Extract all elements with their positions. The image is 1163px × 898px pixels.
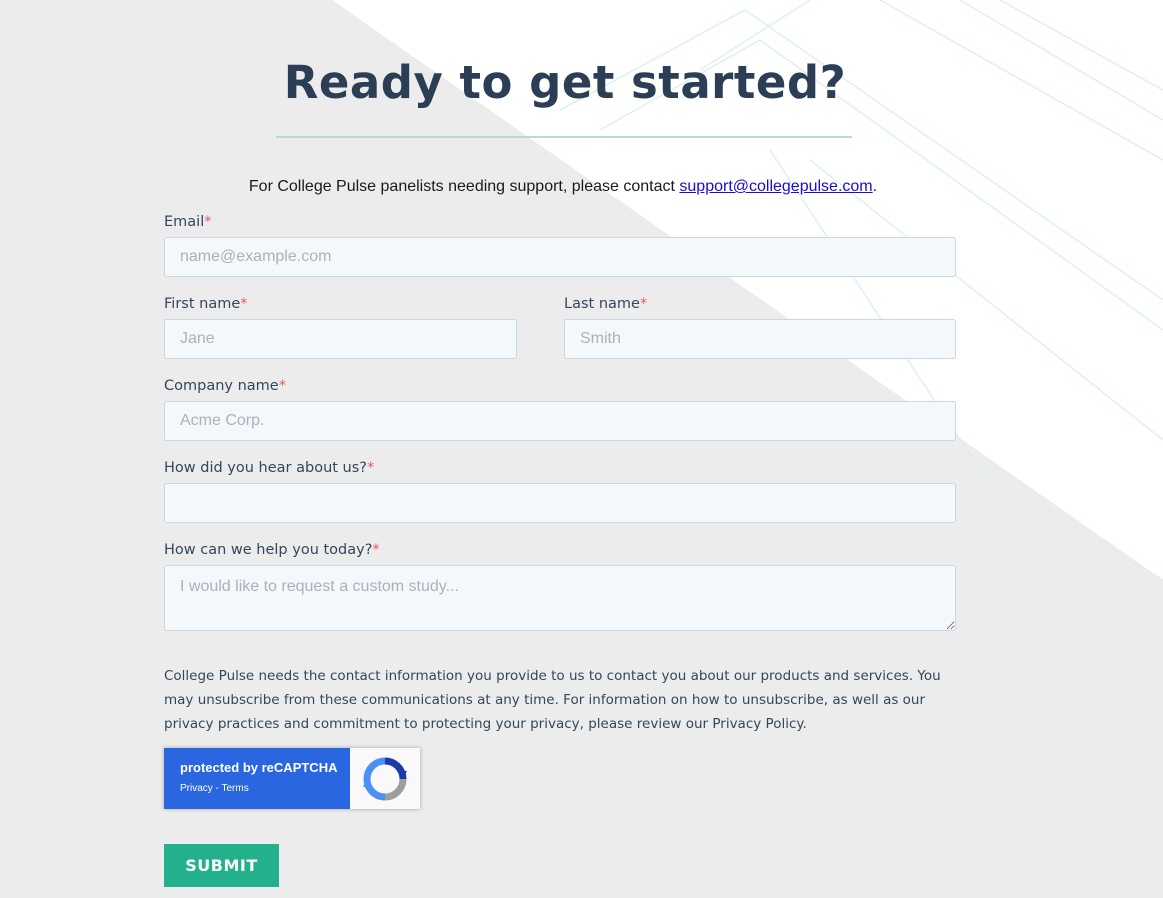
recaptcha-title: protected by reCAPTCHA: [180, 760, 338, 775]
recaptcha-links[interactable]: Privacy - Terms: [180, 783, 350, 794]
recaptcha-label-panel: protected by reCAPTCHA Privacy - Terms: [164, 748, 350, 809]
recaptcha-logo-icon: [363, 757, 407, 800]
email-label: Email*: [164, 214, 211, 230]
company-input[interactable]: [164, 401, 956, 441]
support-suffix: .: [872, 178, 878, 195]
headline-divider: [276, 136, 852, 138]
support-message: For College Pulse panelists needing supp…: [0, 178, 1126, 196]
help-today-label-text: How can we help you today?: [164, 542, 373, 558]
form-page: Ready to get started? For College Pulse …: [0, 0, 1163, 898]
required-marker: *: [639, 296, 648, 312]
hear-about-label-text: How did you hear about us?: [164, 460, 367, 476]
required-marker: *: [240, 296, 248, 312]
recaptcha-badge[interactable]: protected by reCAPTCHA Privacy - Terms: [164, 748, 420, 809]
company-label: Company name*: [164, 378, 286, 394]
required-marker: *: [278, 378, 286, 394]
submit-button[interactable]: SUBMIT: [164, 844, 279, 887]
first-name-label: First name*: [164, 296, 248, 312]
first-name-label-text: First name: [164, 296, 241, 312]
page-headline: Ready to get started?: [283, 56, 847, 109]
support-email-link[interactable]: support@collegepulse.com: [679, 178, 872, 195]
email-input[interactable]: [164, 237, 956, 277]
hear-about-label: How did you hear about us?*: [164, 460, 374, 476]
email-label-text: Email: [164, 214, 205, 230]
required-marker: *: [367, 460, 375, 476]
last-name-label: Last name*: [564, 296, 647, 312]
last-name-label-text: Last name: [564, 296, 640, 312]
support-text: For College Pulse panelists needing supp…: [248, 178, 680, 195]
help-today-textarea[interactable]: [164, 565, 956, 631]
help-today-label: How can we help you today?*: [164, 542, 380, 558]
required-marker: *: [204, 214, 212, 230]
privacy-notice: College Pulse needs the contact informat…: [164, 668, 941, 732]
required-marker: *: [372, 542, 380, 558]
hear-about-input[interactable]: [164, 483, 956, 523]
company-label-text: Company name: [164, 378, 279, 394]
last-name-input[interactable]: [564, 319, 956, 359]
first-name-input[interactable]: [164, 319, 517, 359]
recaptcha-logo-panel: [350, 748, 420, 809]
